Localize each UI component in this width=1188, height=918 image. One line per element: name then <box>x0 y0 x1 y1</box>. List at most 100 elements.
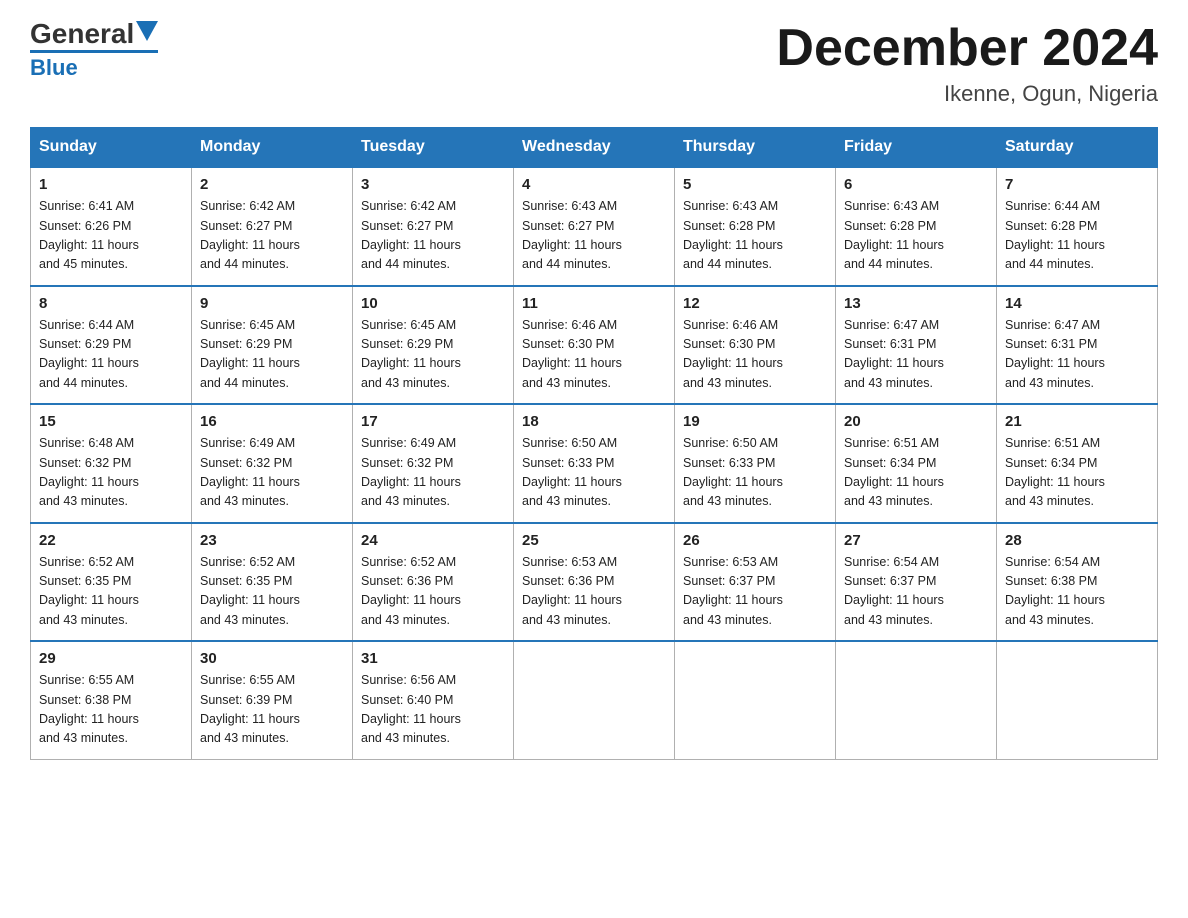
calendar-day-cell: 6 Sunrise: 6:43 AMSunset: 6:28 PMDaylight… <box>836 167 997 286</box>
day-number: 2 <box>200 176 344 193</box>
day-info: Sunrise: 6:43 AMSunset: 6:27 PMDaylight:… <box>522 197 666 275</box>
day-info: Sunrise: 6:43 AMSunset: 6:28 PMDaylight:… <box>683 197 827 275</box>
month-title: December 2024 <box>776 20 1158 77</box>
calendar-day-cell: 22 Sunrise: 6:52 AMSunset: 6:35 PMDayligh… <box>31 523 192 642</box>
day-number: 21 <box>1005 413 1149 430</box>
logo: General Blue <box>30 20 158 81</box>
calendar-table: SundayMondayTuesdayWednesdayThursdayFrid… <box>30 127 1158 760</box>
day-info: Sunrise: 6:49 AMSunset: 6:32 PMDaylight:… <box>200 434 344 512</box>
day-number: 7 <box>1005 176 1149 193</box>
day-info: Sunrise: 6:52 AMSunset: 6:35 PMDaylight:… <box>200 553 344 631</box>
calendar-day-cell: 21Sunrise: 6:51 AMSunset: 6:34 PMDayligh… <box>997 404 1158 523</box>
calendar-empty-cell <box>997 641 1158 759</box>
day-info: Sunrise: 6:46 AMSunset: 6:30 PMDaylight:… <box>683 316 827 394</box>
header-monday: Monday <box>192 128 353 168</box>
header-thursday: Thursday <box>675 128 836 168</box>
calendar-day-cell: 4 Sunrise: 6:43 AMSunset: 6:27 PMDaylight… <box>514 167 675 286</box>
calendar-day-cell: 10 Sunrise: 6:45 AMSunset: 6:29 PMDayligh… <box>353 286 514 405</box>
page-header: General Blue December 2024 Ikenne, Ogun,… <box>30 20 1158 107</box>
title-area: December 2024 Ikenne, Ogun, Nigeria <box>776 20 1158 107</box>
day-info: Sunrise: 6:47 AMSunset: 6:31 PMDaylight:… <box>844 316 988 394</box>
calendar-day-cell: 13 Sunrise: 6:47 AMSunset: 6:31 PMDayligh… <box>836 286 997 405</box>
day-info: Sunrise: 6:55 AMSunset: 6:39 PMDaylight:… <box>200 671 344 749</box>
calendar-day-cell: 2 Sunrise: 6:42 AMSunset: 6:27 PMDaylight… <box>192 167 353 286</box>
day-info: Sunrise: 6:50 AMSunset: 6:33 PMDaylight:… <box>683 434 827 512</box>
calendar-day-cell: 30 Sunrise: 6:55 AMSunset: 6:39 PMDayligh… <box>192 641 353 759</box>
day-number: 27 <box>844 532 988 549</box>
calendar-week-row: 22 Sunrise: 6:52 AMSunset: 6:35 PMDayligh… <box>31 523 1158 642</box>
day-info: Sunrise: 6:53 AMSunset: 6:37 PMDaylight:… <box>683 553 827 631</box>
day-number: 23 <box>200 532 344 549</box>
calendar-day-cell: 12 Sunrise: 6:46 AMSunset: 6:30 PMDayligh… <box>675 286 836 405</box>
day-number: 26 <box>683 532 827 549</box>
day-number: 22 <box>39 532 183 549</box>
day-number: 3 <box>361 176 505 193</box>
day-number: 4 <box>522 176 666 193</box>
calendar-day-cell: 23 Sunrise: 6:52 AMSunset: 6:35 PMDayligh… <box>192 523 353 642</box>
day-info: Sunrise: 6:45 AMSunset: 6:29 PMDaylight:… <box>200 316 344 394</box>
location: Ikenne, Ogun, Nigeria <box>776 81 1158 107</box>
day-info: Sunrise: 6:44 AMSunset: 6:28 PMDaylight:… <box>1005 197 1149 275</box>
day-number: 10 <box>361 295 505 312</box>
day-number: 13 <box>844 295 988 312</box>
calendar-day-cell: 24 Sunrise: 6:52 AMSunset: 6:36 PMDayligh… <box>353 523 514 642</box>
day-number: 17 <box>361 413 505 430</box>
calendar-day-cell: 9Sunrise: 6:45 AMSunset: 6:29 PMDaylight… <box>192 286 353 405</box>
day-info: Sunrise: 6:46 AMSunset: 6:30 PMDaylight:… <box>522 316 666 394</box>
day-number: 12 <box>683 295 827 312</box>
header-tuesday: Tuesday <box>353 128 514 168</box>
day-number: 8 <box>39 295 183 312</box>
day-info: Sunrise: 6:43 AMSunset: 6:28 PMDaylight:… <box>844 197 988 275</box>
day-number: 6 <box>844 176 988 193</box>
header-sunday: Sunday <box>31 128 192 168</box>
calendar-week-row: 1 Sunrise: 6:41 AMSunset: 6:26 PMDaylight… <box>31 167 1158 286</box>
calendar-day-cell: 8Sunrise: 6:44 AMSunset: 6:29 PMDaylight… <box>31 286 192 405</box>
day-number: 20 <box>844 413 988 430</box>
day-number: 1 <box>39 176 183 193</box>
header-friday: Friday <box>836 128 997 168</box>
day-info: Sunrise: 6:52 AMSunset: 6:36 PMDaylight:… <box>361 553 505 631</box>
day-info: Sunrise: 6:50 AMSunset: 6:33 PMDaylight:… <box>522 434 666 512</box>
day-number: 28 <box>1005 532 1149 549</box>
day-info: Sunrise: 6:56 AMSunset: 6:40 PMDaylight:… <box>361 671 505 749</box>
day-info: Sunrise: 6:52 AMSunset: 6:35 PMDaylight:… <box>39 553 183 631</box>
day-info: Sunrise: 6:48 AMSunset: 6:32 PMDaylight:… <box>39 434 183 512</box>
calendar-day-cell: 7 Sunrise: 6:44 AMSunset: 6:28 PMDaylight… <box>997 167 1158 286</box>
day-info: Sunrise: 6:41 AMSunset: 6:26 PMDaylight:… <box>39 197 183 275</box>
day-number: 19 <box>683 413 827 430</box>
day-number: 11 <box>522 295 666 312</box>
day-info: Sunrise: 6:53 AMSunset: 6:36 PMDaylight:… <box>522 553 666 631</box>
calendar-day-cell: 25 Sunrise: 6:53 AMSunset: 6:36 PMDayligh… <box>514 523 675 642</box>
header-saturday: Saturday <box>997 128 1158 168</box>
calendar-day-cell: 26 Sunrise: 6:53 AMSunset: 6:37 PMDayligh… <box>675 523 836 642</box>
calendar-day-cell: 29 Sunrise: 6:55 AMSunset: 6:38 PMDayligh… <box>31 641 192 759</box>
day-info: Sunrise: 6:47 AMSunset: 6:31 PMDaylight:… <box>1005 316 1149 394</box>
day-number: 25 <box>522 532 666 549</box>
calendar-day-cell: 16Sunrise: 6:49 AMSunset: 6:32 PMDayligh… <box>192 404 353 523</box>
calendar-day-cell: 5 Sunrise: 6:43 AMSunset: 6:28 PMDaylight… <box>675 167 836 286</box>
day-info: Sunrise: 6:42 AMSunset: 6:27 PMDaylight:… <box>200 197 344 275</box>
day-info: Sunrise: 6:42 AMSunset: 6:27 PMDaylight:… <box>361 197 505 275</box>
day-number: 18 <box>522 413 666 430</box>
calendar-day-cell: 31Sunrise: 6:56 AMSunset: 6:40 PMDayligh… <box>353 641 514 759</box>
calendar-day-cell: 14Sunrise: 6:47 AMSunset: 6:31 PMDayligh… <box>997 286 1158 405</box>
day-info: Sunrise: 6:45 AMSunset: 6:29 PMDaylight:… <box>361 316 505 394</box>
calendar-day-cell: 27Sunrise: 6:54 AMSunset: 6:37 PMDayligh… <box>836 523 997 642</box>
calendar-week-row: 29 Sunrise: 6:55 AMSunset: 6:38 PMDayligh… <box>31 641 1158 759</box>
day-number: 30 <box>200 650 344 667</box>
day-info: Sunrise: 6:51 AMSunset: 6:34 PMDaylight:… <box>844 434 988 512</box>
calendar-empty-cell <box>675 641 836 759</box>
day-number: 24 <box>361 532 505 549</box>
day-number: 29 <box>39 650 183 667</box>
calendar-day-cell: 3 Sunrise: 6:42 AMSunset: 6:27 PMDaylight… <box>353 167 514 286</box>
calendar-day-cell: 28 Sunrise: 6:54 AMSunset: 6:38 PMDayligh… <box>997 523 1158 642</box>
calendar-day-cell: 17Sunrise: 6:49 AMSunset: 6:32 PMDayligh… <box>353 404 514 523</box>
logo-general: General <box>30 20 134 48</box>
day-info: Sunrise: 6:55 AMSunset: 6:38 PMDaylight:… <box>39 671 183 749</box>
calendar-day-cell: 20 Sunrise: 6:51 AMSunset: 6:34 PMDayligh… <box>836 404 997 523</box>
calendar-day-cell: 18 Sunrise: 6:50 AMSunset: 6:33 PMDayligh… <box>514 404 675 523</box>
day-number: 5 <box>683 176 827 193</box>
day-info: Sunrise: 6:54 AMSunset: 6:38 PMDaylight:… <box>1005 553 1149 631</box>
calendar-day-cell: 15 Sunrise: 6:48 AMSunset: 6:32 PMDayligh… <box>31 404 192 523</box>
day-number: 15 <box>39 413 183 430</box>
